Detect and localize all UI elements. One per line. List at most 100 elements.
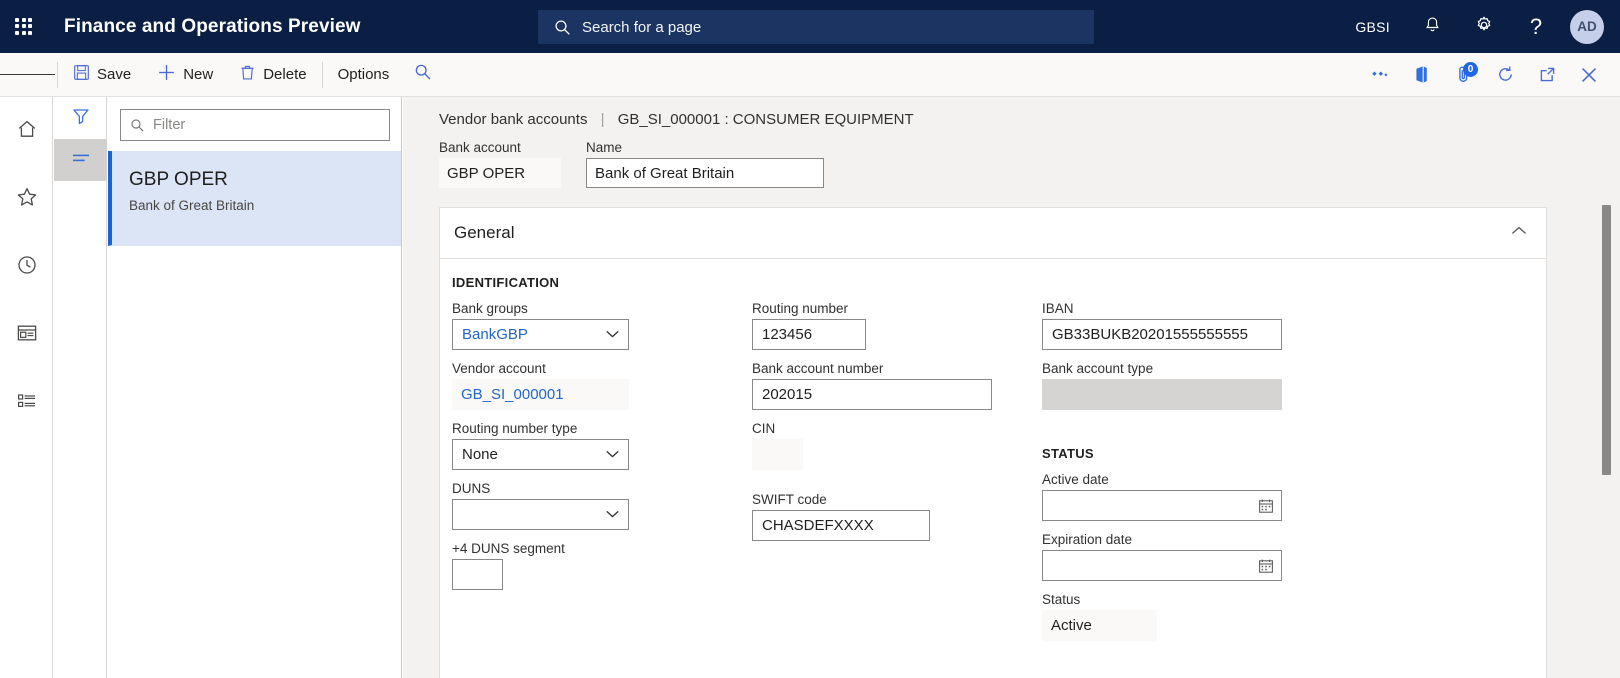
help-button[interactable]: ? [1510, 0, 1562, 53]
breadcrumb-record: GB_SI_000001 : CONSUMER EQUIPMENT [617, 111, 914, 128]
relations-icon[interactable] [1358, 53, 1400, 97]
expiration-date-label: Expiration date [1042, 532, 1133, 547]
main-content: Vendor bank accounts | GB_SI_000001 : CO… [403, 97, 1620, 678]
options-button[interactable]: Options [325, 53, 403, 97]
sidebar-item-home[interactable] [0, 97, 53, 165]
vertical-scrollbar[interactable] [1602, 205, 1611, 475]
bank-details-column: Routing number 123456 Bank account numbe… [752, 275, 1042, 652]
navigation-menu-button[interactable] [0, 53, 55, 97]
app-launcher-icon [15, 17, 33, 36]
identification-heading: IDENTIFICATION [452, 275, 560, 290]
bank-account-number-field: Bank account number 202015 [752, 361, 1042, 410]
filter-container: Filter [108, 97, 401, 151]
active-date-input[interactable] [1042, 490, 1282, 521]
office-export-icon[interactable] [1400, 53, 1442, 97]
global-search-input[interactable]: Search for a page [538, 10, 1094, 44]
bank-groups-field: Bank groups BankGBP [452, 301, 752, 350]
bank-account-type-value [1042, 379, 1282, 410]
expiration-date-input[interactable] [1042, 550, 1282, 581]
recent-clock-icon [16, 254, 38, 281]
top-navigation-bar: Finance and Operations Preview Search fo… [0, 0, 1620, 53]
avatar[interactable]: AD [1570, 9, 1604, 44]
gear-icon [1474, 15, 1494, 38]
duns-segment-label: +4 DUNS segment [452, 541, 565, 556]
notifications-button[interactable] [1406, 0, 1458, 53]
breadcrumb-page-link[interactable]: Vendor bank accounts [439, 111, 587, 128]
list-item[interactable]: GBP OPER Bank of Great Britain [108, 151, 401, 246]
bank-account-field-group: Bank account GBP OPER [439, 140, 561, 188]
bank-groups-select[interactable]: BankGBP [452, 319, 629, 350]
new-label: New [183, 66, 214, 83]
save-button[interactable]: Save [60, 53, 144, 97]
cin-field: CIN [752, 421, 1042, 470]
attachment-icon[interactable]: 0 [1442, 53, 1484, 97]
refresh-icon[interactable] [1484, 53, 1526, 97]
top-bar-actions: GBSI ? AD [1339, 0, 1620, 53]
vendor-account-value[interactable]: GB_SI_000001 [452, 379, 629, 410]
filter-input[interactable]: Filter [120, 109, 390, 141]
status-field: Status Active [1042, 592, 1332, 641]
vendor-account-field: Vendor account GB_SI_000001 [452, 361, 752, 410]
sidebar-item-modules[interactable] [0, 369, 53, 437]
left-navigation-rail [0, 97, 53, 678]
new-button[interactable]: New [144, 53, 226, 97]
status-value[interactable]: Active [1042, 610, 1157, 641]
list-view-button[interactable] [54, 139, 107, 181]
iban-label: IBAN [1042, 301, 1074, 316]
bank-account-number-label: Bank account number [752, 361, 884, 376]
name-field-group: Name Bank of Great Britain [586, 140, 824, 188]
swift-code-label: SWIFT code [752, 492, 827, 507]
list-lines-icon [70, 151, 92, 170]
workspaces-icon [16, 323, 38, 348]
bank-groups-value: BankGBP [462, 326, 528, 343]
general-fasttab-header[interactable]: General [440, 208, 1546, 259]
open-in-new-window-icon[interactable] [1526, 53, 1568, 97]
search-icon [414, 63, 432, 86]
breadcrumb-separator: | [600, 111, 605, 128]
duns-label: DUNS [452, 481, 491, 496]
status-label: Status [1042, 592, 1081, 607]
search-icon [554, 19, 571, 36]
settings-button[interactable] [1458, 0, 1510, 53]
sidebar-item-workspaces[interactable] [0, 301, 53, 369]
question-mark-icon: ? [1529, 13, 1543, 39]
filter-placeholder: Filter [153, 117, 186, 133]
routing-number-input[interactable]: 123456 [752, 319, 866, 350]
sidebar-item-favorites[interactable] [0, 165, 53, 233]
calendar-icon[interactable] [1258, 558, 1274, 574]
routing-number-field: Routing number 123456 [752, 301, 1042, 350]
cin-value[interactable] [752, 439, 803, 470]
identification-column: IDENTIFICATION Bank groups BankGBP Vendo… [452, 275, 752, 652]
name-input[interactable]: Bank of Great Britain [586, 158, 824, 188]
company-selector[interactable]: GBSI [1339, 0, 1406, 53]
close-icon[interactable] [1568, 53, 1610, 97]
chevron-up-icon[interactable] [1510, 224, 1528, 242]
swift-code-field: SWIFT code CHASDEFXXXX [752, 492, 1042, 541]
filter-button[interactable] [54, 97, 107, 139]
records-list-panel: Filter GBP OPER Bank of Great Britain [108, 97, 402, 678]
list-item-title: GBP OPER [129, 169, 228, 190]
app-launcher-button[interactable] [0, 0, 48, 53]
status-column: IBAN GB33BUKB20201555555555 Bank account… [1042, 275, 1332, 652]
search-icon [130, 118, 145, 133]
delete-button[interactable]: Delete [226, 53, 319, 97]
routing-number-type-select[interactable]: None [452, 439, 629, 470]
chevron-down-icon [605, 326, 620, 343]
duns-select[interactable] [452, 499, 629, 530]
routing-number-label: Routing number [752, 301, 849, 316]
iban-input[interactable]: GB33BUKB20201555555555 [1042, 319, 1282, 350]
routing-number-type-field: Routing number type None [452, 421, 752, 470]
duns-field: DUNS [452, 481, 752, 530]
calendar-icon[interactable] [1258, 498, 1274, 514]
sidebar-item-recent[interactable] [0, 233, 53, 301]
modules-list-icon [16, 391, 38, 416]
bank-groups-label: Bank groups [452, 301, 528, 316]
vendor-account-label: Vendor account [452, 361, 546, 376]
swift-code-input[interactable]: CHASDEFXXXX [752, 510, 930, 541]
bank-account-number-input[interactable]: 202015 [752, 379, 992, 410]
duns-segment-input[interactable] [452, 559, 503, 590]
bank-account-value[interactable]: GBP OPER [439, 158, 561, 188]
delete-label: Delete [263, 66, 307, 83]
command-search-button[interactable] [402, 53, 444, 97]
expiration-date-field: Expiration date [1042, 532, 1332, 581]
